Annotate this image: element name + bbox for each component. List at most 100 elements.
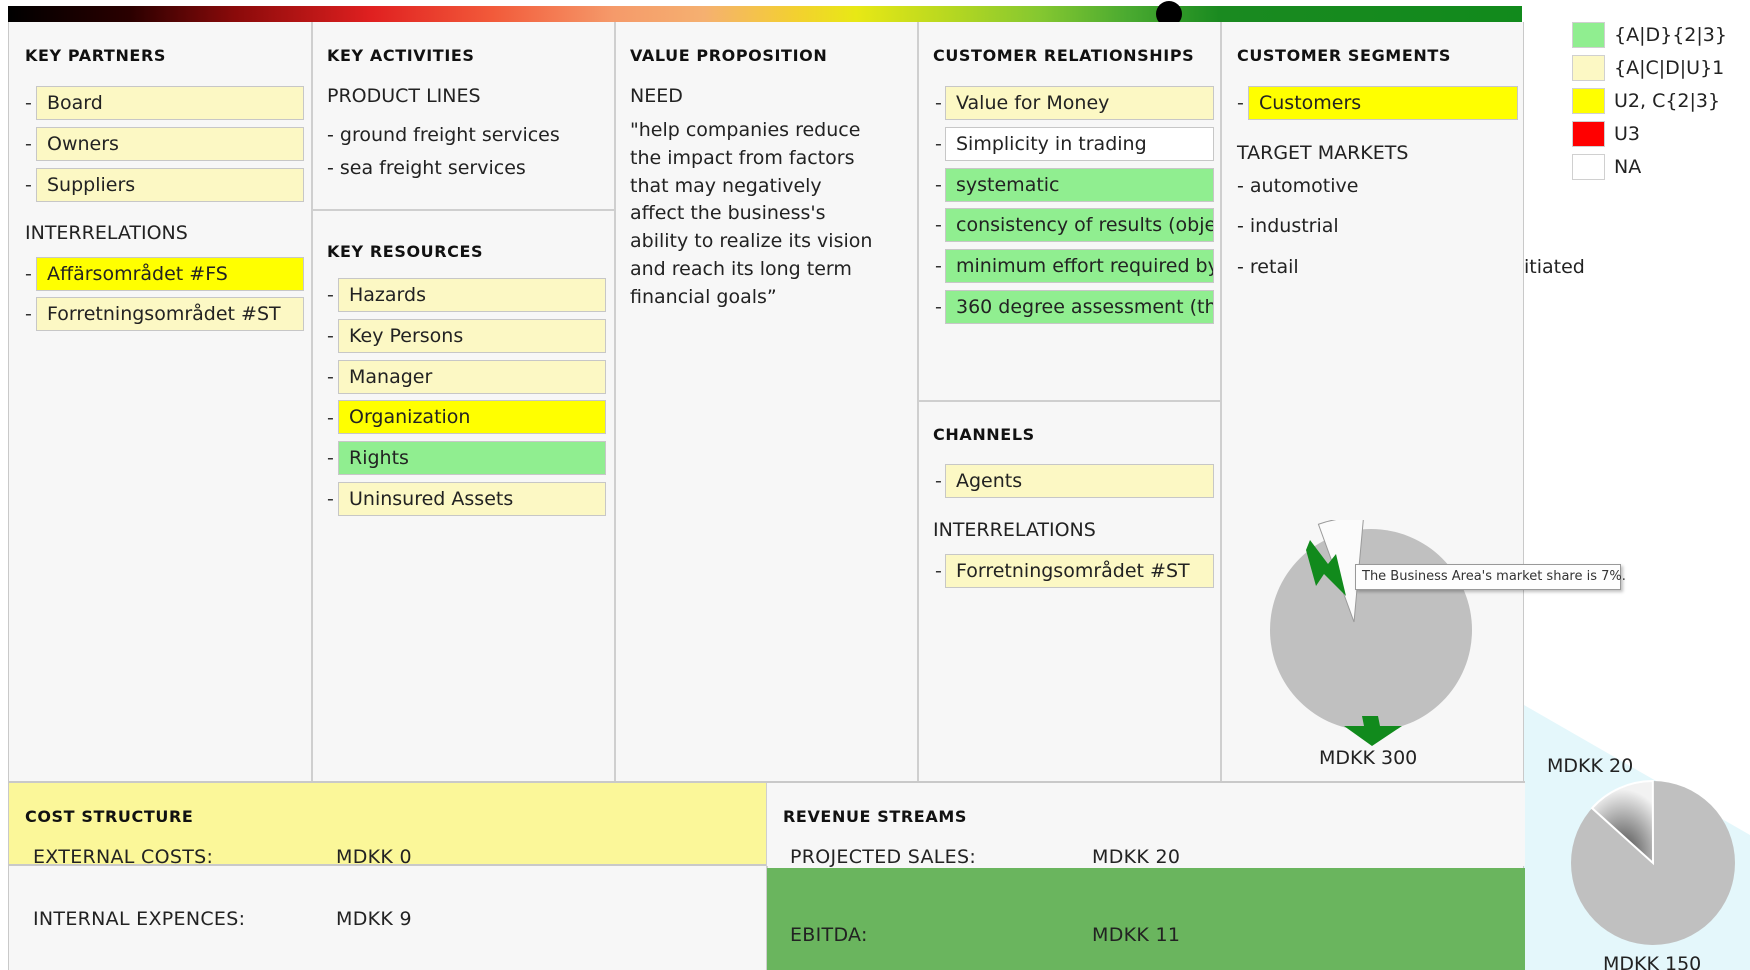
ebitda-label: EBITDA: (790, 924, 868, 946)
bullet-dash: - (327, 284, 334, 306)
interrelations-label: INTERRELATIONS (25, 222, 188, 244)
key-resource-item[interactable]: Key Persons (338, 319, 606, 353)
interrelation-item[interactable]: Forretningsområdet #ST (945, 554, 1214, 588)
interrelation-item[interactable]: Affärsområdet #FS (36, 257, 304, 291)
product-line-text: sea freight services (339, 157, 526, 179)
rating-scale-bar (8, 6, 1522, 22)
interrelation-item[interactable]: Forretningsområdet #ST (36, 297, 304, 331)
bullet-dash: - (25, 303, 32, 325)
internal-costs-row: INTERNAL EXPENCES: MDKK 9 (9, 868, 766, 970)
bullet-dash: - (935, 560, 942, 582)
bullet-dash: - (935, 470, 942, 492)
bullet-dash: - (935, 296, 942, 318)
bullet-dash: - (327, 366, 334, 388)
market-share-tooltip: The Business Area's market share is 7%. (1355, 564, 1626, 590)
target-market-item: - industrial (1237, 215, 1339, 237)
business-model-canvas: KEY PARTNERS - Board - Owners - Supplier… (8, 22, 1525, 970)
projected-sales-label: PROJECTED SALES: (790, 846, 977, 868)
bullet-dash: - (1237, 92, 1244, 114)
legend-swatch (1572, 22, 1605, 48)
legend-label: NA (1614, 156, 1642, 178)
legend-label: {A|D}{2|3} (1614, 24, 1727, 46)
section-title: KEY RESOURCES (327, 242, 484, 261)
section-title: KEY PARTNERS (25, 46, 167, 65)
bullet-dash: - (25, 174, 32, 196)
section-title: REVENUE STREAMS (783, 807, 967, 826)
section-title: CHANNELS (933, 425, 1035, 444)
legend-label: {A|C|D|U}1 (1614, 57, 1725, 79)
divider (918, 400, 1220, 402)
key-resource-item[interactable]: Hazards (338, 278, 606, 312)
target-market-text: automotive (1249, 175, 1359, 197)
bullet-dash: - (935, 255, 942, 277)
legend-swatch (1572, 88, 1605, 114)
overflow-text: itiated (1524, 256, 1585, 278)
section-title: CUSTOMER SEGMENTS (1237, 46, 1451, 65)
legend-swatch (1572, 154, 1605, 180)
legend-swatch (1572, 121, 1605, 147)
product-line-item: - sea freight services (327, 157, 526, 179)
divider (614, 22, 616, 782)
bullet-dash: - (327, 447, 334, 469)
external-costs-label: EXTERNAL COSTS: (33, 846, 214, 868)
revenue-streams-section: REVENUE STREAMS PROJECTED SALES: MDKK 20 (767, 782, 1525, 868)
bullet-dash: - (25, 133, 32, 155)
bullet-dash: - (327, 325, 334, 347)
bullet-dash: - (935, 92, 942, 114)
divider (9, 781, 1525, 783)
divider (312, 209, 614, 211)
target-market-text: industrial (1249, 215, 1339, 237)
key-partner-item[interactable]: Suppliers (36, 168, 304, 202)
relationship-item[interactable]: Value for Money (945, 86, 1214, 120)
product-lines-label: PRODUCT LINES (327, 85, 481, 107)
internal-expenses-label: INTERNAL EXPENCES: (33, 908, 246, 930)
legend-label: U3 (1614, 123, 1640, 145)
key-resource-item[interactable]: Manager (338, 360, 606, 394)
segment-item[interactable]: Customers (1248, 86, 1518, 120)
market-pie-base (1270, 529, 1472, 731)
side-pie-chart[interactable] (1568, 778, 1738, 948)
relationship-item[interactable]: 360 degree assessment (the (945, 290, 1214, 324)
divider (311, 22, 313, 782)
relationship-item[interactable]: systematic (945, 168, 1214, 202)
section-title: CUSTOMER RELATIONSHIPS (933, 46, 1195, 65)
target-market-text: retail (1249, 256, 1299, 278)
key-resource-item[interactable]: Uninsured Assets (338, 482, 606, 516)
need-label: NEED (630, 85, 683, 107)
ebitda-row: EBITDA: MDKK 11 (767, 868, 1525, 970)
relationship-item[interactable]: consistency of results (objective) (945, 208, 1214, 242)
section-title: VALUE PROPOSITION (630, 46, 828, 65)
relationship-item[interactable]: Simplicity in trading (945, 127, 1214, 161)
product-line-text: ground freight services (339, 124, 560, 146)
target-market-item: - retail (1237, 256, 1299, 278)
section-title: KEY ACTIVITIES (327, 46, 475, 65)
channel-item[interactable]: Agents (945, 464, 1214, 498)
key-partner-item[interactable]: Owners (36, 127, 304, 161)
need-text: "help companies reduce the impact from f… (630, 119, 873, 308)
side-pie-top-label: MDKK 20 (1547, 755, 1634, 777)
bullet-dash: - (25, 263, 32, 285)
bullet-dash: - (935, 214, 942, 236)
ebitda-value: MDKK 11 (1092, 924, 1181, 946)
external-costs-value: MDKK 0 (336, 846, 412, 868)
side-pie-bottom-label: MDKK 150 (1603, 953, 1702, 970)
divider (917, 22, 919, 782)
legend-swatch (1572, 55, 1605, 81)
legend-label: U2, C{2|3} (1614, 90, 1721, 112)
section-title: COST STRUCTURE (25, 807, 194, 826)
bullet-dash: - (25, 92, 32, 114)
key-resource-item[interactable]: Rights (338, 441, 606, 475)
target-market-item: - automotive (1237, 175, 1359, 197)
bullet-dash: - (935, 174, 942, 196)
market-share-pie[interactable] (1250, 520, 1480, 750)
divider (1220, 22, 1222, 782)
market-pie-label: MDKK 300 (1319, 747, 1418, 769)
relationship-item[interactable]: minimum effort required by (945, 249, 1214, 283)
bullet-dash: - (935, 133, 942, 155)
internal-expenses-value: MDKK 9 (336, 908, 412, 930)
bullet-dash: - (327, 407, 334, 429)
key-partner-item[interactable]: Board (36, 86, 304, 120)
bullet-dash: - (327, 488, 334, 510)
interrelations-label: INTERRELATIONS (933, 519, 1096, 541)
key-resource-item[interactable]: Organization (338, 400, 606, 434)
